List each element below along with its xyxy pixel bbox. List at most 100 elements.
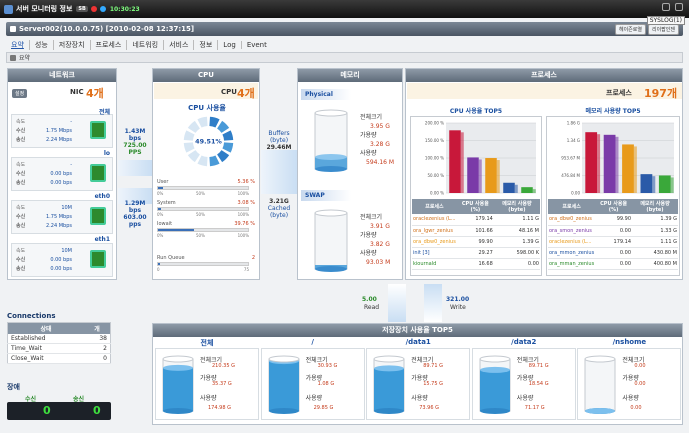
cached-value: 3.21G: [269, 198, 289, 205]
storage-avail-value: 1.08 G: [317, 381, 335, 387]
flow-out-pps-unit: pps: [128, 221, 142, 228]
table-row[interactable]: oraclezenius (L... 179.14 1.11 G: [548, 236, 678, 248]
storage-name: 전체: [200, 339, 214, 347]
y-tick-label: 0.00 %: [430, 191, 444, 196]
menu-networking[interactable]: 네트워킹: [127, 39, 165, 50]
menu-summary[interactable]: 요약: [6, 39, 30, 50]
swap-avail-value: 3.82 G: [370, 241, 390, 248]
bar-4[interactable]: [640, 174, 653, 193]
send-value: 0.00 bps: [50, 265, 72, 272]
proc-name: ora_dbw0_zenius: [412, 236, 457, 248]
app-icon: [4, 4, 13, 14]
syslog-button[interactable]: SYSLOG(1): [646, 16, 685, 25]
nic-row-lo[interactable]: lo 속도 - 수신 0.00 bps 송신 0.00 bps: [11, 150, 113, 191]
header-button-2[interactable]: 리이팝인젠: [647, 24, 679, 35]
nic-row-eth1[interactable]: eth1 속도 10M 수신 0.00 bps 송신 0.00 bps: [11, 236, 113, 277]
nic-row-eth0[interactable]: eth0 속도 10M 수신 1.75 Mbps 송신 2.24 Mbps: [11, 193, 113, 234]
cpu-ring-segment: [197, 116, 208, 128]
col-process: 프로세스: [548, 199, 596, 214]
menu-log[interactable]: Log: [218, 40, 242, 49]
bar-1[interactable]: [585, 132, 598, 193]
close-icon[interactable]: [675, 3, 683, 11]
storage-gauge: [162, 355, 194, 414]
send-label: 송신: [16, 180, 26, 186]
y-tick-label: 953.67 M: [561, 156, 580, 161]
conn-count: 38: [84, 334, 111, 344]
buffers-value: 29.46M: [266, 144, 292, 151]
bar-5[interactable]: [521, 187, 533, 193]
menu-process[interactable]: 프로세스: [91, 39, 128, 50]
menu-storage[interactable]: 저장장치: [54, 39, 91, 50]
cpu-ring-segment: [187, 120, 200, 133]
table-row[interactable]: ora_mmon_zenius 0.00 430.80 M: [548, 247, 678, 259]
table-row[interactable]: kiournald 16.68 0.00: [412, 258, 540, 270]
table-row: Established 38: [7, 334, 111, 344]
proc-cpu: 101.66: [456, 225, 494, 237]
cached-stats: 3.21G Cached (byte): [262, 198, 296, 219]
minimize-icon[interactable]: [662, 3, 670, 11]
menu-event[interactable]: Event: [242, 41, 272, 49]
send-label: 송신: [16, 223, 26, 229]
storage-used-label: 사용량: [411, 395, 428, 402]
nic-row-all[interactable]: 전체 속도 - 수신 1.75 Mbps 송신 2.24 Mbps: [11, 109, 113, 148]
bar-4[interactable]: [503, 182, 515, 193]
proc-name: ora_dbw0_zenius: [548, 214, 596, 226]
bar-2[interactable]: [603, 134, 616, 193]
bar-side: [597, 134, 601, 193]
col-mem: 메모리 사용량(byte): [632, 199, 678, 214]
storage-avail-value: 15.75 G: [423, 381, 443, 387]
send-value: 2.24 Mbps: [46, 222, 72, 229]
write-flow-arrow: [424, 284, 442, 322]
bar-1[interactable]: [449, 130, 461, 193]
header-button-1[interactable]: 헤이즌로열: [614, 24, 646, 35]
cpu-ring-segment: [209, 116, 220, 128]
table-row[interactable]: init [3] 29.27 598.00 K: [412, 247, 540, 259]
table-row[interactable]: ora_dbw0_zenius 99.90 1.39 G: [548, 214, 678, 226]
cpu-iowait-bar: [157, 228, 249, 232]
recv-value: 0.00 bps: [50, 256, 72, 263]
process-label: 프로세스: [606, 89, 632, 97]
menu-info[interactable]: 정보: [194, 39, 219, 50]
network-settings-button[interactable]: 설정: [12, 89, 28, 98]
cached-label: Cached: [267, 205, 291, 212]
bar-3[interactable]: [622, 144, 634, 193]
speed-label: 속도: [16, 205, 26, 211]
bar-ticks: 0 75: [157, 267, 249, 272]
proc-cpu: 179.14: [595, 236, 633, 248]
bar-5[interactable]: [658, 175, 671, 193]
cpu-top5-title: CPU 사용율 TOP5: [449, 108, 503, 115]
cpu-ring-segment: [217, 150, 230, 163]
table-row[interactable]: ora_lgwr_zenius 101.66 48.16 M: [412, 225, 540, 237]
proc-mem: 1.33 G: [632, 225, 678, 237]
storage-used-label: 사용량: [622, 395, 639, 402]
storage-used-label: 사용량: [200, 395, 217, 402]
server-name: Server002(10.0.0.75) [2010-02-08 12:37:1…: [19, 25, 195, 33]
bar-3[interactable]: [485, 158, 497, 193]
physical-avail-value: 3.28 G: [370, 141, 390, 148]
tick: 50%: [196, 191, 205, 196]
flow-out-stats: 1.29M bps 603.00 pps: [118, 200, 152, 228]
col-cpu: CPU 사용율(%): [595, 199, 633, 214]
table-row[interactable]: oraclezenius (L... 179.14 1.11 G: [412, 214, 540, 226]
title-bar: 서버 모니터링 정보 SB 10:30:23: [0, 0, 689, 18]
table-row[interactable]: ora_dbw0_zenius 99.90 1.39 G: [412, 236, 540, 248]
menu-performance[interactable]: 성능: [30, 39, 54, 50]
nic-label: NIC: [70, 88, 84, 96]
bar-side: [496, 160, 500, 193]
bar-2[interactable]: [467, 157, 479, 193]
proc-name: init [3]: [412, 247, 457, 259]
nic-name: eth0: [94, 193, 110, 200]
storage-total-value: 30.93 G: [317, 363, 338, 369]
nic-status-icon: [90, 164, 106, 182]
y-tick-label: 200.00 %: [425, 121, 444, 126]
table-row[interactable]: ora_smon_zenius 0.00 1.33 G: [548, 225, 678, 237]
table-row[interactable]: ora_mman_zenius 0.00 400.80 M: [548, 258, 678, 270]
swap-used-label: 사용량: [360, 250, 377, 257]
y-tick-label: 1.34 G: [567, 138, 580, 143]
memory-header: 메모리: [298, 69, 402, 82]
tick: 0: [157, 267, 160, 272]
cpu-ring-segment: [183, 142, 195, 153]
menu-service[interactable]: 서비스: [164, 39, 195, 50]
physical-stats: 전체크기 3.95 G 가용량 3.28 G 사용량 594.16 M: [360, 113, 394, 167]
speed-label: 속도: [16, 119, 26, 125]
